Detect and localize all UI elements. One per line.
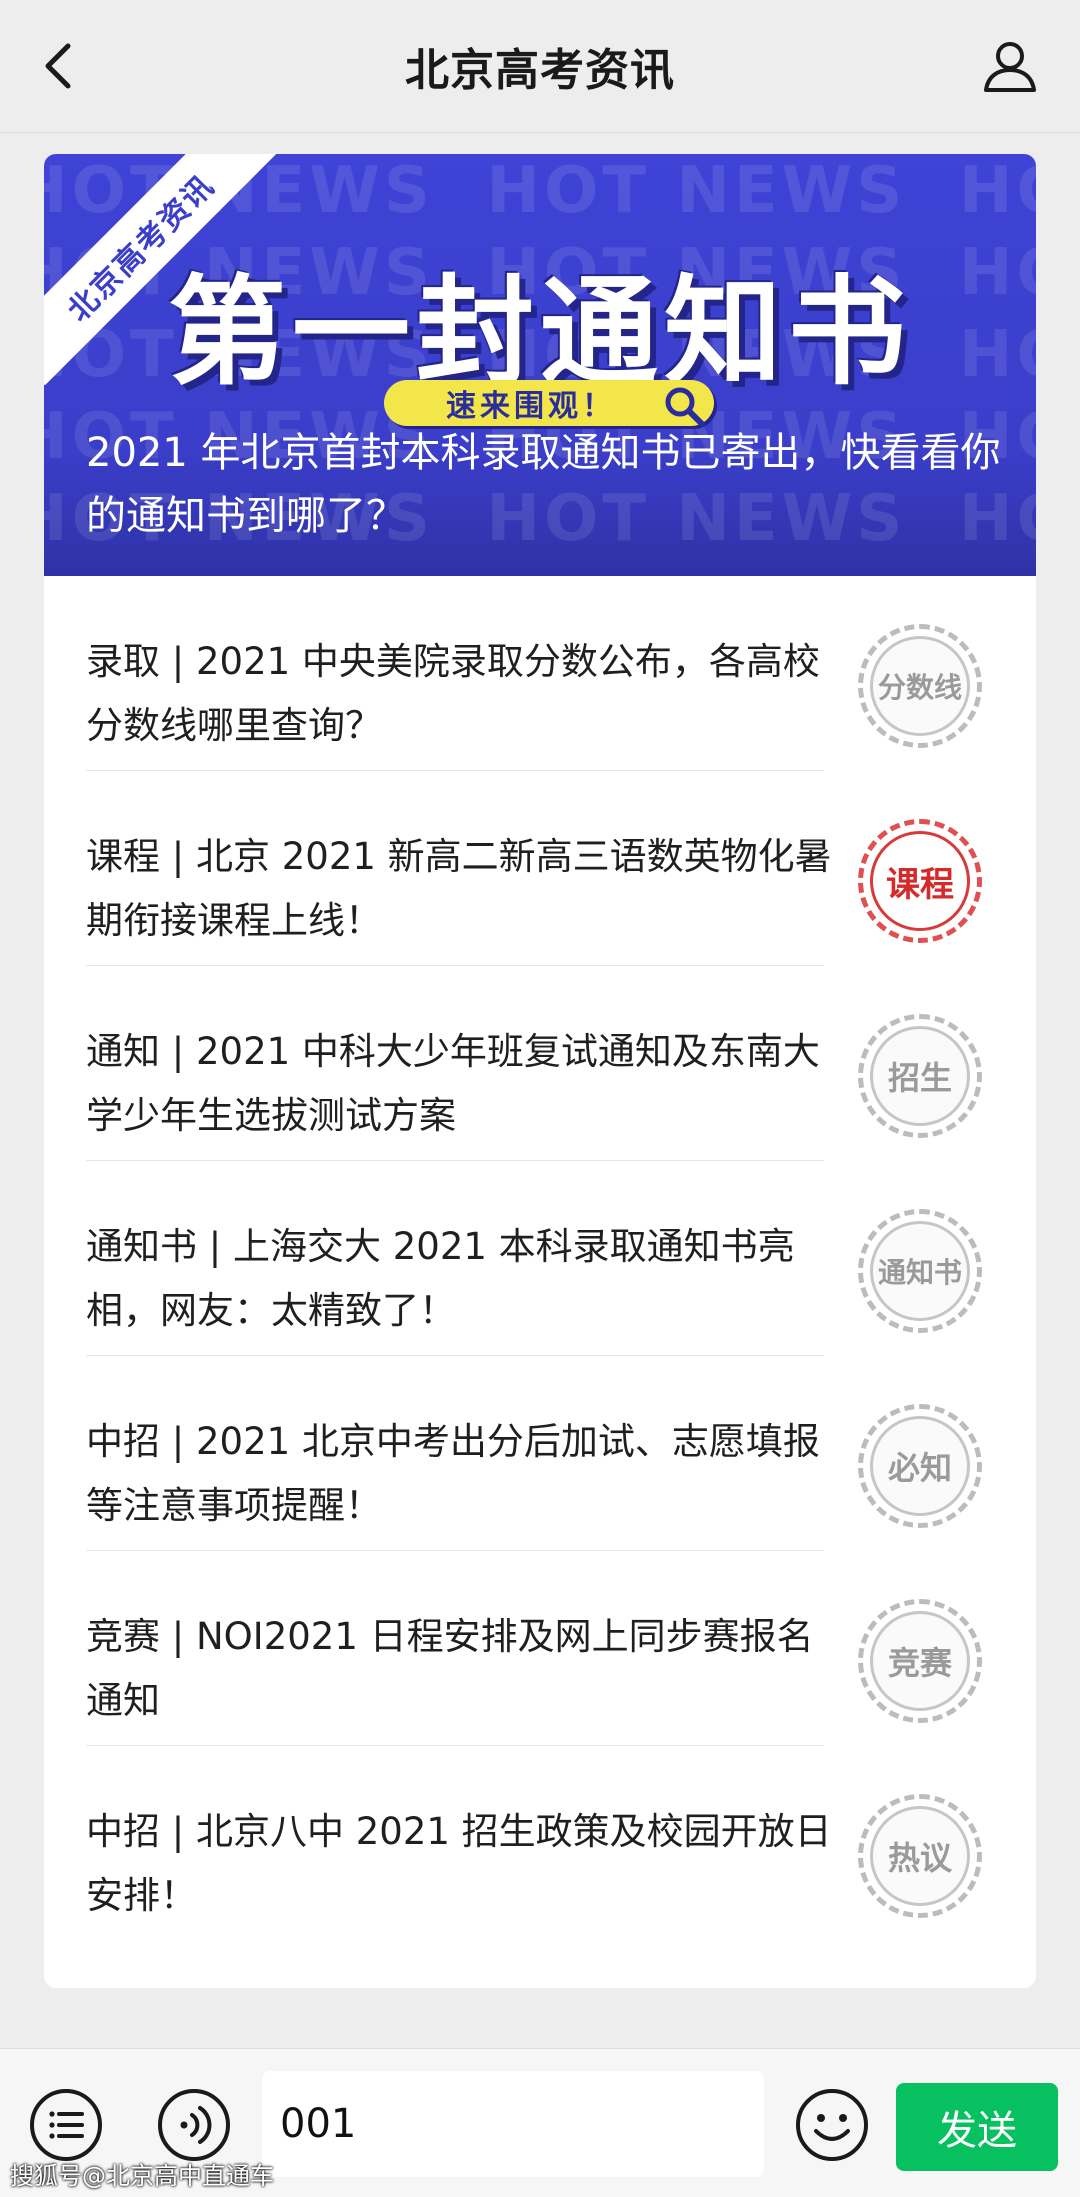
page-title: 北京高考资讯 xyxy=(405,45,675,96)
news-item[interactable]: 中招 | 北京八中 2021 招生政策及校园开放日安排！ 热议 xyxy=(44,1746,1036,1941)
news-card: HOT NEWS HOT NEWS HOT NEWS HOT NEWS HOT … xyxy=(44,154,1036,1988)
banner-pill-label: 速来围观！ xyxy=(446,389,616,424)
news-item-badge: 竞赛 xyxy=(858,1599,982,1723)
chat-input-bar: 发送 搜狐号@北京高中直通车 xyxy=(0,2048,1080,2197)
news-list: 录取 | 2021 中央美院录取分数公布，各高校分数线哪里查询？ 分数线 课程 … xyxy=(44,576,1036,1941)
top-nav-bar: 北京高考资讯 xyxy=(0,0,1080,133)
message-input[interactable] xyxy=(262,2071,764,2177)
news-item-title: 竞赛 | NOI2021 日程安排及网上同步赛报名通知 xyxy=(86,1615,814,1722)
news-item-title: 中招 | 北京八中 2021 招生政策及校园开放日安排！ xyxy=(86,1810,832,1917)
news-item[interactable]: 中招 | 2021 北京中考出分后加试、志愿填报等注意事项提醒！ 必知 xyxy=(44,1356,1036,1551)
banner-pill: 速来围观！ xyxy=(384,380,714,427)
news-item-title: 录取 | 2021 中央美院录取分数公布，各高校分数线哪里查询？ xyxy=(86,640,820,747)
news-item-badge: 必知 xyxy=(858,1404,982,1528)
news-item[interactable]: 通知书 | 上海交大 2021 本科录取通知书亮相，网友：太精致了！ 通知书 xyxy=(44,1161,1036,1356)
news-item-title: 课程 | 北京 2021 新高二新高三语数英物化暑期衔接课程上线！ xyxy=(86,835,832,942)
news-item[interactable]: 课程 | 北京 2021 新高二新高三语数英物化暑期衔接课程上线！ 课程 xyxy=(44,771,1036,966)
source-watermark: 搜狐号@北京高中直通车 xyxy=(10,2162,274,2190)
news-item[interactable]: 录取 | 2021 中央美院录取分数公布，各高校分数线哪里查询？ 分数线 xyxy=(44,576,1036,771)
news-item-title: 通知书 | 上海交大 2021 本科录取通知书亮相，网友：太精致了！ xyxy=(86,1225,795,1332)
news-item-badge: 热议 xyxy=(858,1794,982,1918)
emoji-icon[interactable] xyxy=(794,2087,870,2163)
send-button[interactable]: 发送 xyxy=(896,2083,1058,2171)
news-item[interactable]: 通知 | 2021 中科大少年班复试通知及东南大学少年生选拔测试方案 招生 xyxy=(44,966,1036,1161)
news-item-badge: 课程 xyxy=(858,819,982,943)
user-profile-icon[interactable] xyxy=(980,36,1040,96)
news-item-badge: 分数线 xyxy=(858,624,982,748)
featured-banner[interactable]: HOT NEWS HOT NEWS HOT NEWS HOT NEWS HOT … xyxy=(44,154,1036,576)
news-item-badge: 通知书 xyxy=(858,1209,982,1333)
news-item-title: 通知 | 2021 中科大少年班复试通知及东南大学少年生选拔测试方案 xyxy=(86,1030,820,1137)
news-item-title: 中招 | 2021 北京中考出分后加试、志愿填报等注意事项提醒！ xyxy=(86,1420,820,1527)
banner-caption: 2021 年北京首封本科录取通知书已寄出，快看看你的通知书到哪了？ xyxy=(86,430,1001,539)
news-item[interactable]: 竞赛 | NOI2021 日程安排及网上同步赛报名通知 竞赛 xyxy=(44,1551,1036,1746)
news-item-badge: 招生 xyxy=(858,1014,982,1138)
menu-list-icon[interactable] xyxy=(28,2087,104,2163)
voice-input-icon[interactable] xyxy=(156,2087,232,2163)
back-arrow-icon[interactable] xyxy=(30,36,86,96)
